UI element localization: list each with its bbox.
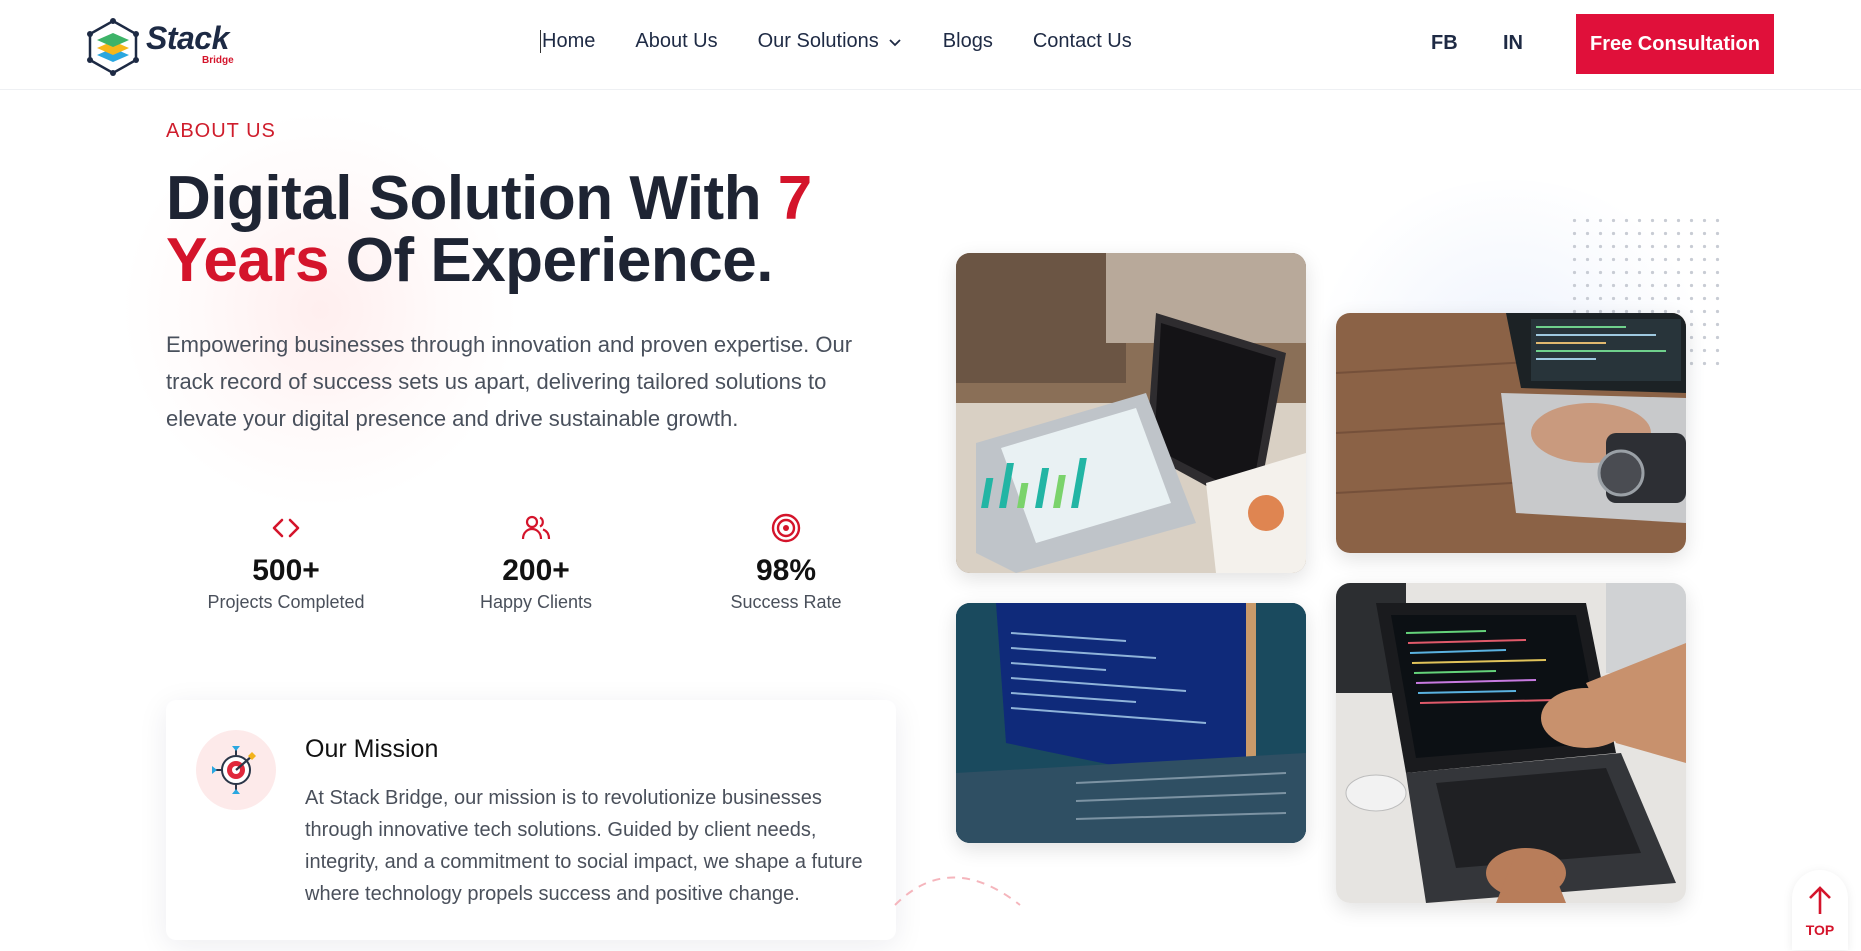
photo-hands-typing: [1336, 313, 1686, 553]
dashed-arc-decoration: [894, 876, 1021, 906]
top-navbar: Stack Bridge Home About Us Our Solutions…: [0, 0, 1861, 90]
arrow-up-icon: [1809, 886, 1831, 914]
stat-label: Success Rate: [730, 592, 842, 612]
nav-our-solutions-label: Our Solutions: [757, 30, 879, 52]
photo-laptop-coding: [1336, 583, 1686, 903]
photo-team-laptops: [956, 253, 1306, 573]
social-fb-link[interactable]: FB: [1431, 32, 1458, 55]
code-icon: [272, 518, 300, 538]
stat-clients: 200+ Happy Clients: [411, 512, 661, 613]
hands-typing-image: [1336, 313, 1686, 553]
users-icon: [521, 515, 551, 540]
brand-logo[interactable]: Stack Bridge: [86, 18, 246, 78]
nav-about-us[interactable]: About Us: [635, 30, 717, 53]
nav-our-solutions[interactable]: Our Solutions: [758, 30, 903, 53]
back-to-top-label: TOP: [1805, 922, 1835, 938]
mission-card: Our Mission At Stack Bridge, our mission…: [166, 700, 896, 940]
mission-text: At Stack Bridge, our mission is to revol…: [305, 787, 863, 905]
brand-sub: Bridge: [202, 55, 234, 66]
mission-icon-wrap: [196, 730, 276, 810]
laptop-coding-image: [1336, 583, 1686, 903]
team-laptops-image: [956, 253, 1306, 573]
nav-blogs[interactable]: Blogs: [943, 30, 993, 53]
stat-value: 500+: [252, 554, 320, 587]
chevron-down-icon: [889, 38, 901, 46]
brand-name: Stack: [146, 20, 229, 56]
photo-code-screen: [956, 603, 1306, 843]
social-in-link[interactable]: IN: [1503, 32, 1523, 55]
stat-label: Happy Clients: [479, 592, 593, 612]
headline-highlight-number: 7: [777, 164, 812, 233]
mission-target-icon: [212, 746, 256, 794]
mission-title: Our Mission: [305, 735, 439, 763]
back-to-top-button[interactable]: TOP: [1792, 870, 1848, 950]
nav-home[interactable]: Home: [540, 30, 595, 53]
stats-row: 500+ Projects Completed 200+ Happy Clien…: [166, 512, 916, 622]
code-screen-image: [956, 603, 1306, 843]
headline-highlight-years: Years: [166, 226, 330, 295]
free-consultation-button[interactable]: Free Consultation: [1576, 14, 1774, 74]
main-menu: Home About Us Our Solutions Blogs Contac…: [540, 30, 1172, 53]
stat-projects: 500+ Projects Completed: [161, 512, 411, 613]
hero-headline: Digital Solution With 7 Years Of Experie…: [166, 168, 886, 292]
target-icon: [771, 513, 801, 543]
nav-contact-us[interactable]: Contact Us: [1033, 30, 1132, 53]
stat-value: 98%: [755, 554, 817, 587]
stat-value: 200+: [502, 554, 570, 587]
stack-logo-icon: [87, 18, 139, 76]
hero-description: Empowering businesses through innovation…: [166, 332, 853, 431]
stat-label: Projects Completed: [207, 592, 365, 612]
headline-text-2: Of Experience.: [329, 226, 774, 295]
headline-text-1: Digital Solution With: [166, 164, 778, 233]
stat-success: 98% Success Rate: [661, 512, 911, 613]
section-eyebrow: ABOUT US: [166, 120, 276, 142]
